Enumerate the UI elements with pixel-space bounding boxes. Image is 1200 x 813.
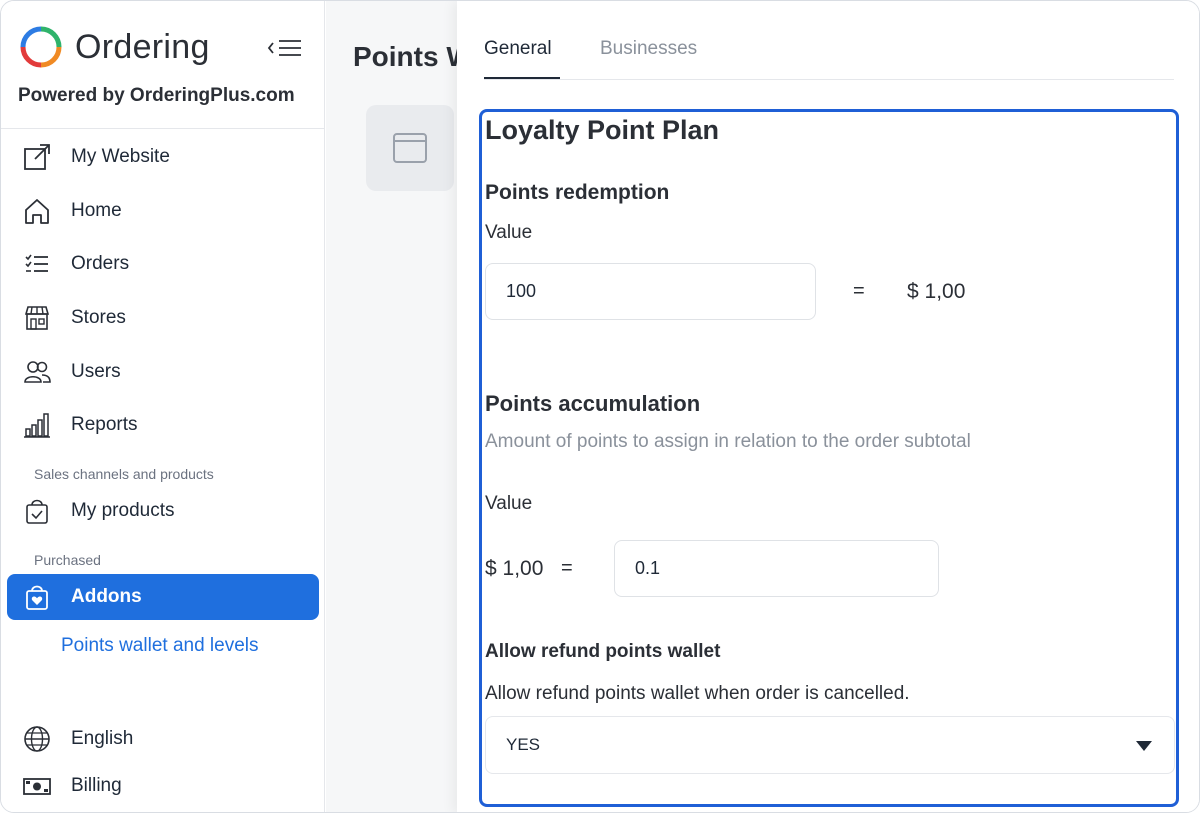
users-icon [22, 357, 52, 387]
caret-down-icon [1136, 741, 1152, 751]
divider [1, 128, 324, 129]
accumulation-points-input[interactable]: 0.1 [614, 540, 939, 597]
sidebar-item-label: My Website [71, 146, 170, 167]
globe-icon [22, 724, 52, 754]
sidebar-item-my-website[interactable]: My Website [7, 134, 319, 180]
sidebar-item-my-products[interactable]: My products [7, 488, 319, 534]
refund-selected-value: YES [506, 735, 541, 754]
sidebar-item-billing[interactable]: Billing [7, 763, 319, 809]
cash-icon [22, 771, 52, 801]
menu-collapse-icon [267, 40, 301, 56]
sidebar-item-reports[interactable]: Reports [7, 402, 319, 448]
redemption-value-label: Value [485, 222, 533, 243]
settings-panel: General Businesses Loyalty Point Plan Po… [457, 1, 1199, 812]
redemption-points-input[interactable]: 100 [485, 263, 816, 320]
card-icon [393, 133, 427, 163]
ordering-logo-icon [20, 26, 62, 68]
sidebar-item-label: Stores [71, 307, 126, 328]
external-link-icon [22, 142, 52, 172]
sidebar-item-label: My products [71, 500, 175, 521]
sidebar-subitem-points-wallet[interactable]: Points wallet and levels [61, 635, 259, 657]
active-tab-indicator [484, 77, 560, 79]
brand[interactable]: Ordering [19, 23, 210, 71]
sidebar-item-label: Orders [71, 253, 130, 274]
refund-heading: Allow refund points wallet [485, 641, 721, 662]
refund-select[interactable]: YES [485, 716, 1175, 774]
bar-chart-icon [22, 410, 52, 440]
sidebar-item-addons[interactable]: Addons [7, 574, 319, 620]
tab-bar: General Businesses [484, 1, 1174, 80]
sidebar: Ordering Powered by OrderingPlus.com My … [1, 1, 325, 812]
wallet-card[interactable] [366, 105, 454, 191]
sidebar-item-label: English [71, 728, 134, 749]
accumulation-description: Amount of points to assign in relation t… [485, 431, 971, 452]
shopping-bag-check-icon [22, 496, 52, 526]
accumulation-equals: = [561, 557, 573, 579]
store-icon [22, 303, 52, 333]
sidebar-item-language[interactable]: English [7, 716, 319, 762]
plan-title: Loyalty Point Plan [485, 115, 720, 145]
app-window: Points Wallet Ordering Powered by Orderi… [0, 0, 1200, 813]
collapse-sidebar-button[interactable] [265, 33, 305, 63]
redemption-heading: Points redemption [485, 181, 670, 204]
bag-heart-icon [22, 582, 52, 612]
redemption-money: $ 1,00 [907, 280, 966, 303]
home-icon [22, 196, 52, 226]
sidebar-item-orders[interactable]: Orders [7, 241, 319, 287]
sidebar-item-home[interactable]: Home [7, 188, 319, 234]
sidebar-item-users[interactable]: Users [7, 349, 319, 395]
accumulation-value-label: Value [485, 493, 533, 514]
list-check-icon [22, 249, 52, 279]
brand-name: Ordering [75, 27, 210, 66]
tab-general[interactable]: General [484, 38, 552, 60]
sidebar-item-stores[interactable]: Stores [7, 295, 319, 341]
sidebar-item-label: Home [71, 200, 122, 221]
redemption-equals: = [853, 280, 865, 302]
powered-by: Powered by OrderingPlus.com [18, 85, 295, 106]
sidebar-item-label: Users [71, 361, 121, 382]
sidebar-item-label: Reports [71, 414, 138, 435]
tab-businesses[interactable]: Businesses [600, 38, 697, 60]
accumulation-heading: Points accumulation [485, 391, 701, 416]
sidebar-item-label: Addons [71, 586, 142, 607]
section-label-purchased: Purchased [34, 552, 101, 568]
refund-description: Allow refund points wallet when order is… [485, 683, 910, 704]
section-label-sales: Sales channels and products [34, 466, 214, 482]
accumulation-money: $ 1,00 [485, 557, 544, 580]
sidebar-item-label: Billing [71, 775, 122, 796]
